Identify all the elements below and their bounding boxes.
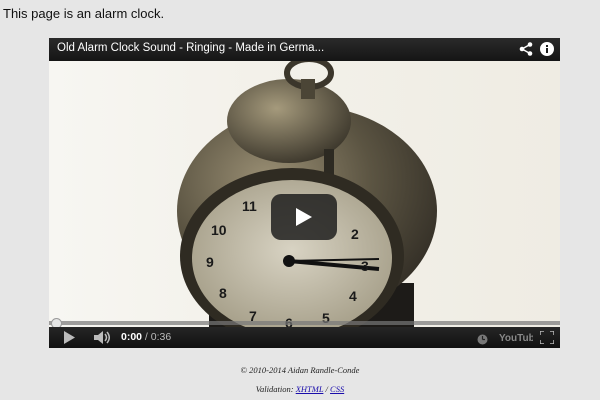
validation-line: Validation: XHTML / CSS: [0, 384, 600, 394]
play-icon: [64, 331, 75, 344]
current-time: 0:00: [121, 331, 143, 343]
progress-bar[interactable]: [49, 321, 560, 325]
play-icon: [296, 208, 312, 226]
clock-numeral: 11: [242, 198, 257, 214]
info-icon[interactable]: [539, 41, 555, 57]
share-icon[interactable]: [518, 41, 534, 57]
play-overlay-button[interactable]: [271, 194, 337, 240]
clock-numeral: 2: [351, 226, 359, 242]
brand-text: YouTube: [499, 333, 533, 344]
fullscreen-button[interactable]: [539, 330, 555, 348]
clock-numeral: 4: [349, 288, 357, 304]
copyright-text: © 2010-2014 Aidan Randle-Conde: [240, 365, 360, 375]
video-title-bar: Old Alarm Clock Sound - Ringing - Made i…: [49, 38, 560, 61]
youtube-logo[interactable]: YouTube: [499, 330, 541, 348]
intro-text: This page is an alarm clock.: [3, 6, 165, 21]
play-button[interactable]: [63, 331, 76, 348]
fullscreen-icon: [539, 330, 555, 345]
volume-button[interactable]: [94, 331, 112, 348]
youtube-logo-icon: YouTube: [499, 333, 541, 344]
css-link[interactable]: CSS: [330, 384, 344, 394]
volume-icon: [94, 331, 110, 344]
video-frame[interactable]: 11 10 9 8 7 6 5 4 3 2: [49, 61, 560, 327]
validation-label: Validation:: [255, 384, 296, 394]
video-player[interactable]: 11 10 9 8 7 6 5 4 3 2 Old Alarm Clock So…: [49, 38, 560, 348]
settings-button[interactable]: [477, 332, 488, 348]
clock-numeral: 8: [219, 285, 227, 301]
control-bar: 0:00 / 0:36 YouTube: [49, 327, 560, 348]
duration: 0:36: [150, 331, 172, 343]
xhtml-link[interactable]: XHTML: [296, 384, 324, 394]
clock-numeral: 10: [211, 222, 227, 238]
clock-icon: [477, 334, 488, 345]
clock-numeral: 3: [361, 258, 369, 274]
time-display: 0:00 / 0:36: [121, 331, 171, 343]
video-title[interactable]: Old Alarm Clock Sound - Ringing - Made i…: [57, 42, 324, 54]
clock-numeral: 9: [206, 254, 214, 270]
time-separator: /: [142, 331, 151, 343]
